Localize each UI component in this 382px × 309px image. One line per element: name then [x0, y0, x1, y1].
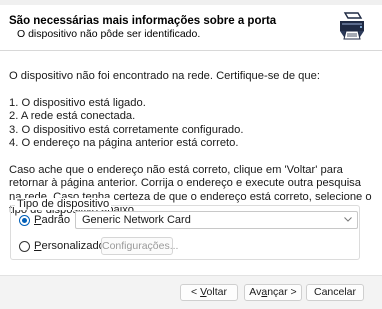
wizard-footer: < Voltar Avançar > Cancelar — [0, 276, 382, 309]
intro-text: O dispositivo não foi encontrado na rede… — [9, 70, 320, 82]
back-button[interactable]: < Voltar — [180, 284, 238, 301]
standard-radio-option[interactable]: Padrão — [19, 214, 70, 226]
custom-radio-label: Personalizado — [34, 240, 105, 252]
cancel-button[interactable]: Cancelar — [306, 284, 364, 301]
checklist-item: 4. O endereço na página anterior está co… — [9, 137, 239, 149]
checklist-item: 2. A rede está conectada. — [9, 110, 136, 122]
device-type-group: Tipo de dispositivo Padrão Generic Netwo… — [10, 198, 360, 260]
custom-radio-option[interactable]: Personalizado — [19, 240, 105, 252]
standard-device-value: Generic Network Card — [82, 214, 191, 226]
checklist: 1. O dispositivo está ligado. 2. A rede … — [9, 97, 377, 151]
header-subtitle: O dispositivo não pôde ser identificado. — [17, 28, 201, 40]
wizard-content: O dispositivo não foi encontrado na rede… — [9, 70, 377, 218]
custom-radio[interactable] — [19, 240, 30, 252]
standard-radio[interactable] — [19, 214, 30, 226]
standard-radio-label: Padrão — [34, 214, 71, 226]
checklist-item: 3. O dispositivo está corretamente confi… — [9, 123, 244, 136]
header-separator — [0, 50, 382, 51]
wizard-header: São necessárias mais informações sobre a… — [0, 5, 382, 49]
checklist-item: 1. O dispositivo está ligado. — [9, 96, 146, 109]
chevron-down-icon — [344, 217, 352, 222]
group-label: Tipo de dispositivo — [15, 198, 112, 210]
standard-device-select[interactable]: Generic Network Card — [75, 211, 358, 229]
next-button[interactable]: Avançar > — [244, 284, 302, 301]
printer-icon — [338, 11, 366, 40]
settings-button[interactable]: Configurações... — [101, 237, 178, 255]
header-title: São necessárias mais informações sobre a… — [9, 15, 277, 27]
